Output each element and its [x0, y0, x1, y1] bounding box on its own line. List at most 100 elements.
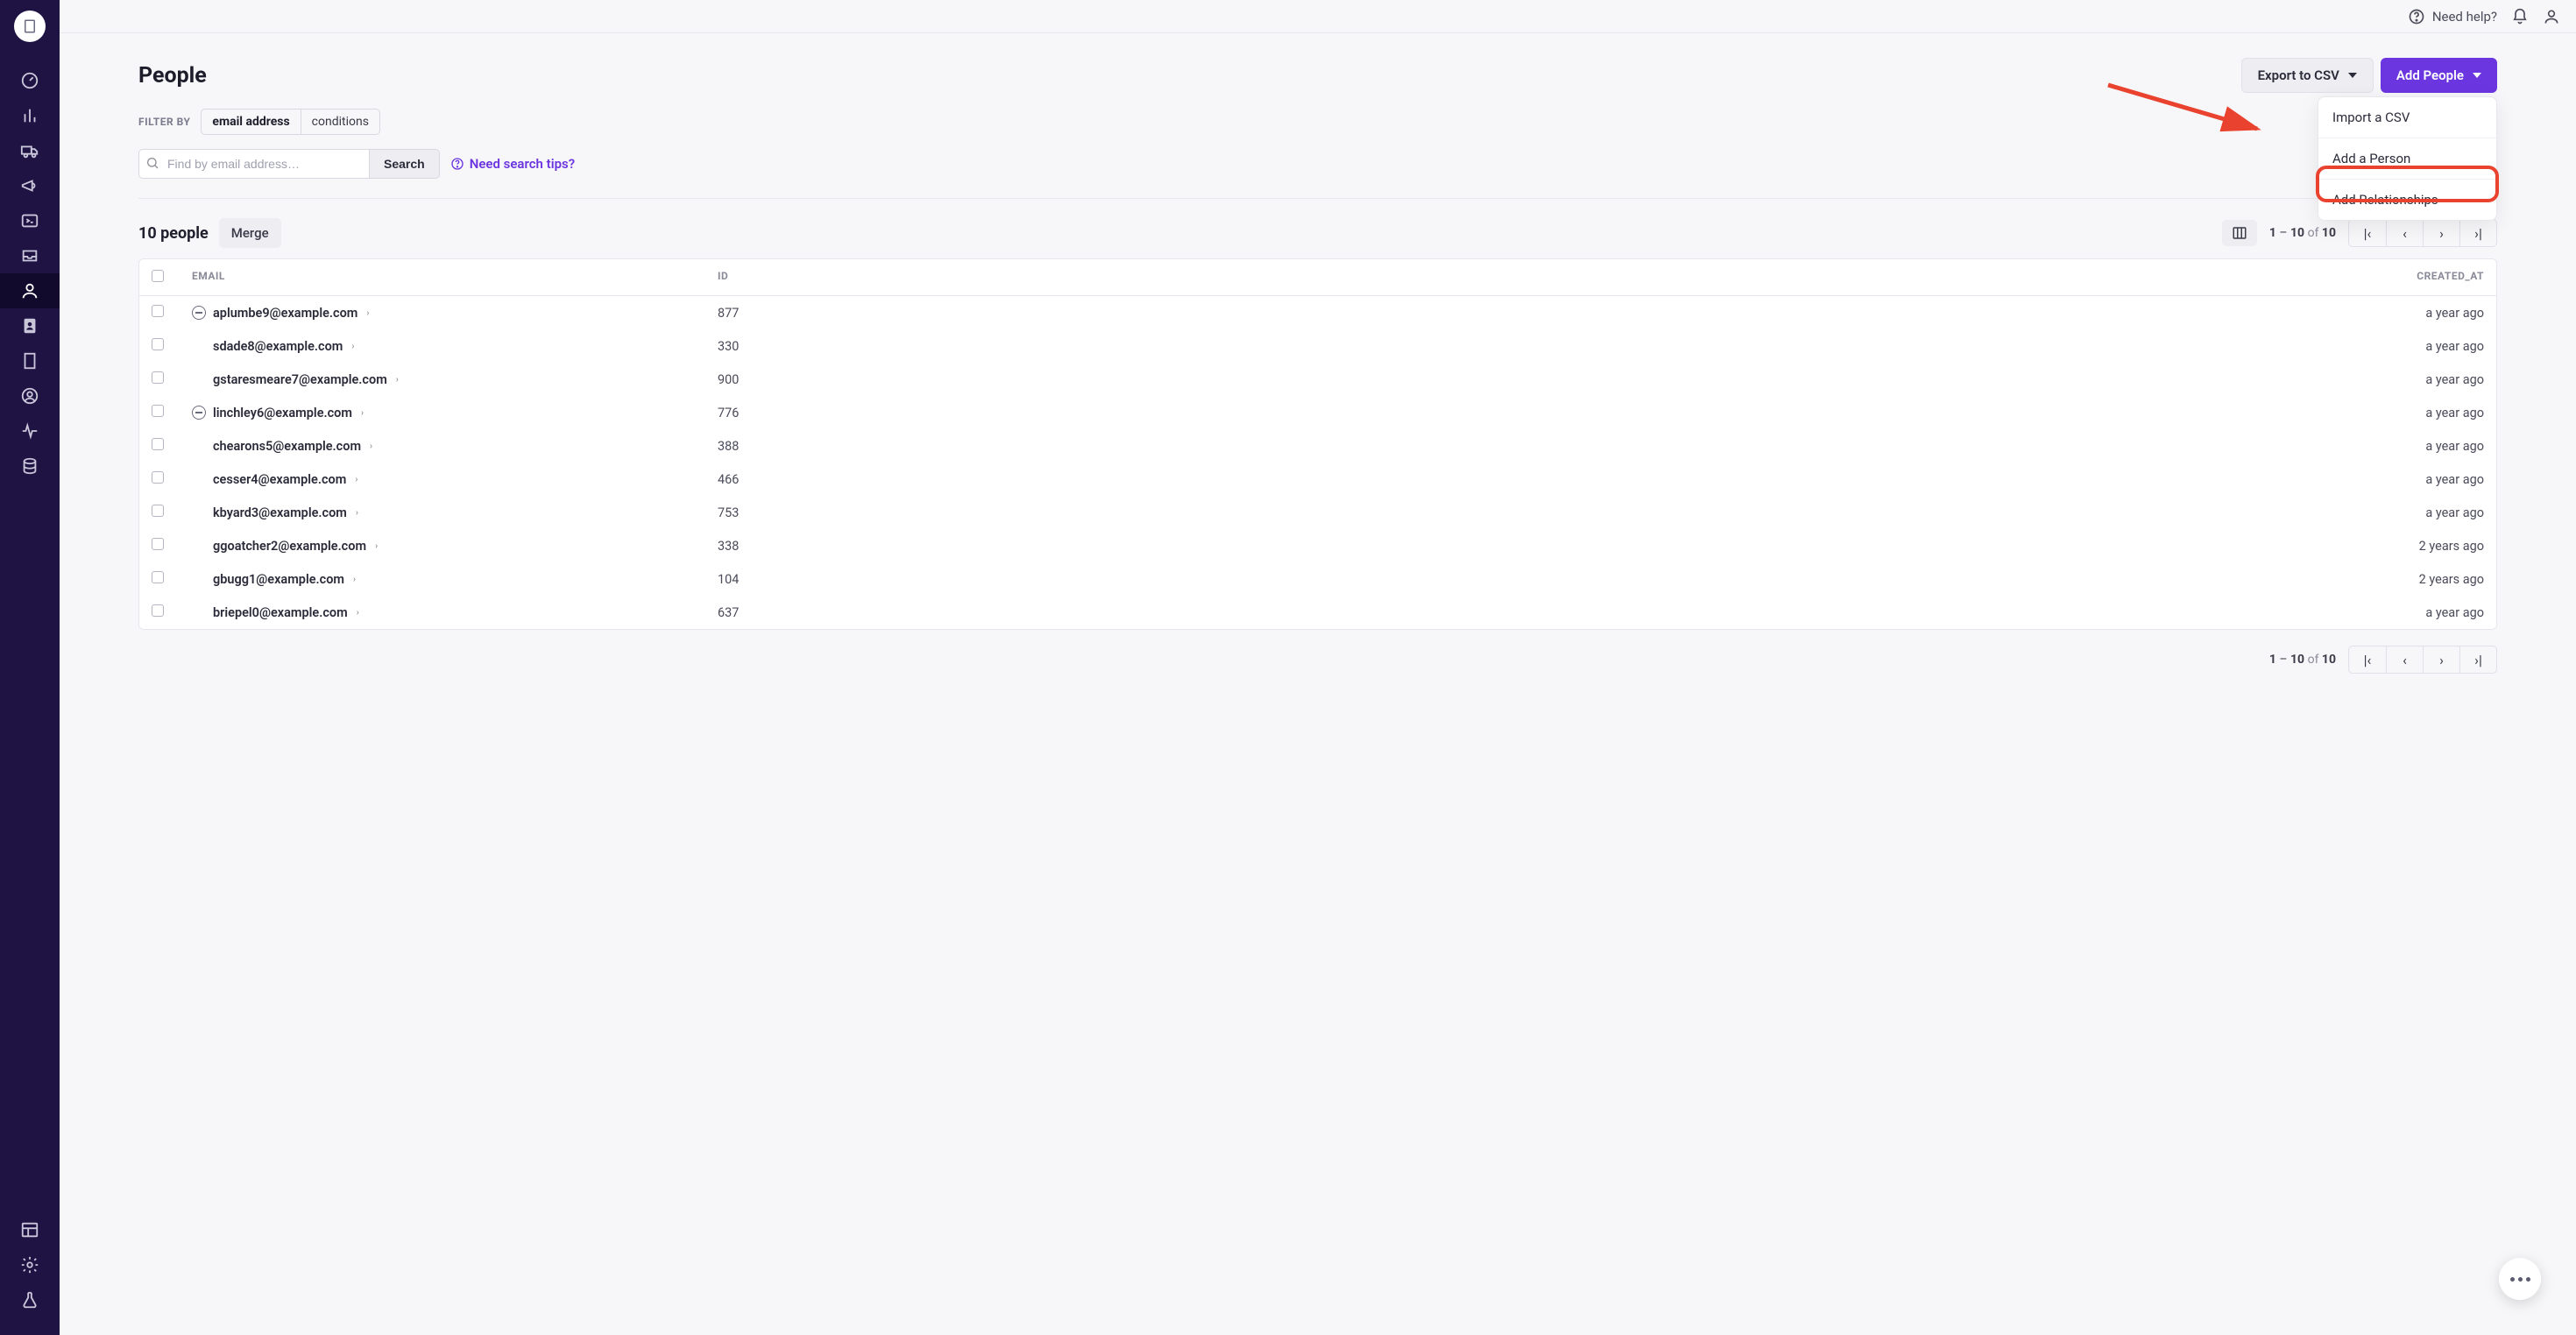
nav-layout-icon[interactable]: [0, 1212, 60, 1247]
table-row[interactable]: sdade8@example.com›330a year ago: [139, 329, 2496, 363]
nav-target-icon[interactable]: [0, 378, 60, 413]
search-button[interactable]: Search: [369, 149, 440, 179]
row-checkbox[interactable]: [152, 438, 164, 450]
filter-chip-email[interactable]: email address: [202, 109, 300, 134]
row-checkbox[interactable]: [152, 371, 164, 384]
nav-flask-icon[interactable]: [0, 1282, 60, 1317]
row-email[interactable]: sdade8@example.com›: [192, 339, 718, 354]
pagination-bottom: |‹ ‹ › ›|: [2348, 646, 2497, 674]
row-email[interactable]: chearons5@example.com›: [192, 439, 718, 454]
row-created: a year ago: [2309, 306, 2484, 321]
table-row[interactable]: aplumbe9@example.com › 877a year ago: [139, 296, 2496, 329]
row-email[interactable]: aplumbe9@example.com ›: [192, 306, 718, 321]
workspace-logo[interactable]: [14, 11, 46, 42]
row-id: 104: [718, 572, 2309, 587]
nav-activity-icon[interactable]: [0, 413, 60, 449]
email-text: gbugg1@example.com: [213, 572, 344, 587]
col-created: created_at: [2309, 270, 2484, 285]
search-tips-link[interactable]: Need search tips?: [450, 156, 575, 172]
nav-user-icon[interactable]: [0, 273, 60, 308]
row-checkbox[interactable]: [152, 405, 164, 417]
row-checkbox[interactable]: [152, 538, 164, 550]
page-next-button[interactable]: ›: [2423, 220, 2459, 246]
chevron-down-icon: [2348, 73, 2357, 78]
chevron-right-icon: ›: [351, 342, 354, 351]
page-prev-button[interactable]: ‹: [2386, 646, 2423, 673]
page-first-button[interactable]: |‹: [2349, 646, 2386, 673]
chevron-right-icon: ›: [357, 608, 359, 618]
table-row[interactable]: linchley6@example.com›776a year ago: [139, 396, 2496, 429]
email-text: aplumbe9@example.com: [213, 306, 357, 321]
row-email[interactable]: ggoatcher2@example.com›: [192, 539, 718, 554]
col-email: Email: [192, 270, 718, 285]
table-row[interactable]: ggoatcher2@example.com›3382 years ago: [139, 529, 2496, 562]
nav-megaphone-icon[interactable]: [0, 168, 60, 203]
row-checkbox[interactable]: [152, 604, 164, 617]
row-email[interactable]: briepel0@example.com ›: [192, 605, 718, 620]
row-id: 637: [718, 605, 2309, 620]
more-fab[interactable]: [2499, 1258, 2541, 1300]
row-created: a year ago: [2309, 605, 2484, 620]
bell-icon[interactable]: [2511, 8, 2529, 25]
profile-icon[interactable]: [2543, 8, 2560, 25]
row-email[interactable]: gbugg1@example.com›: [192, 572, 718, 587]
table-row[interactable]: gstaresmeare7@example.com›900a year ago: [139, 363, 2496, 396]
page-prev-button[interactable]: ‹: [2386, 220, 2423, 246]
dropdown-add-relationships[interactable]: Add Relationships: [2318, 179, 2496, 220]
nav-gear-icon[interactable]: [0, 1247, 60, 1282]
row-email[interactable]: gstaresmeare7@example.com›: [192, 372, 718, 387]
table-row[interactable]: kbyard3@example.com›753a year ago: [139, 496, 2496, 529]
row-checkbox[interactable]: [152, 471, 164, 484]
row-id: 466: [718, 472, 2309, 487]
email-text: chearons5@example.com: [213, 439, 361, 454]
nav-inbox-icon[interactable]: [0, 238, 60, 273]
dropdown-add-person[interactable]: Add a Person: [2318, 138, 2496, 179]
row-id: 753: [718, 505, 2309, 520]
row-checkbox[interactable]: [152, 338, 164, 350]
add-people-label: Add People: [2396, 67, 2464, 83]
nav-gauge-icon[interactable]: [0, 63, 60, 98]
sidebar: [0, 0, 60, 1335]
row-checkbox[interactable]: [152, 305, 164, 317]
merge-button[interactable]: Merge: [219, 218, 281, 248]
select-all-checkbox[interactable]: [152, 270, 164, 282]
dropdown-import-csv[interactable]: Import a CSV: [2318, 97, 2496, 138]
filter-chip-conditions[interactable]: conditions: [301, 109, 379, 134]
row-checkbox[interactable]: [152, 505, 164, 517]
email-text: ggoatcher2@example.com: [213, 539, 366, 554]
help-link[interactable]: Need help?: [2408, 8, 2497, 25]
unsubscribed-icon: [192, 406, 206, 420]
row-created: a year ago: [2309, 472, 2484, 487]
email-text: briepel0@example.com: [213, 605, 348, 620]
nav-id-badge-icon[interactable]: [0, 308, 60, 343]
table-row[interactable]: briepel0@example.com › 637a year ago: [139, 596, 2496, 629]
row-id: 900: [718, 372, 2309, 387]
nav-building-icon[interactable]: [0, 343, 60, 378]
search-input[interactable]: [138, 149, 369, 179]
row-id: 388: [718, 439, 2309, 454]
row-id: 877: [718, 306, 2309, 321]
row-email[interactable]: cesser4@example.com›: [192, 472, 718, 487]
nav-bar-chart-icon[interactable]: [0, 98, 60, 133]
page-first-button[interactable]: |‹: [2349, 220, 2386, 246]
row-email[interactable]: linchley6@example.com›: [192, 406, 718, 420]
chevron-right-icon: ›: [366, 308, 369, 318]
table-row[interactable]: cesser4@example.com›466a year ago: [139, 463, 2496, 496]
row-created: a year ago: [2309, 439, 2484, 454]
page-last-button[interactable]: ›|: [2459, 646, 2496, 673]
row-email[interactable]: kbyard3@example.com›: [192, 505, 718, 520]
page-next-button[interactable]: ›: [2423, 646, 2459, 673]
nav-truck-icon[interactable]: [0, 133, 60, 168]
table-row[interactable]: gbugg1@example.com›1042 years ago: [139, 562, 2496, 596]
page-last-button[interactable]: ›|: [2459, 220, 2496, 246]
email-text: gstaresmeare7@example.com: [213, 372, 387, 387]
row-checkbox[interactable]: [152, 571, 164, 583]
nav-database-icon[interactable]: [0, 449, 60, 484]
export-csv-button[interactable]: Export to CSV: [2241, 58, 2374, 93]
columns-button[interactable]: [2222, 220, 2257, 246]
add-people-button[interactable]: Add People: [2381, 58, 2497, 93]
col-id: ID: [718, 270, 2309, 285]
table-row[interactable]: chearons5@example.com›388a year ago: [139, 429, 2496, 463]
nav-terminal-icon[interactable]: [0, 203, 60, 238]
export-csv-label: Export to CSV: [2258, 67, 2339, 83]
